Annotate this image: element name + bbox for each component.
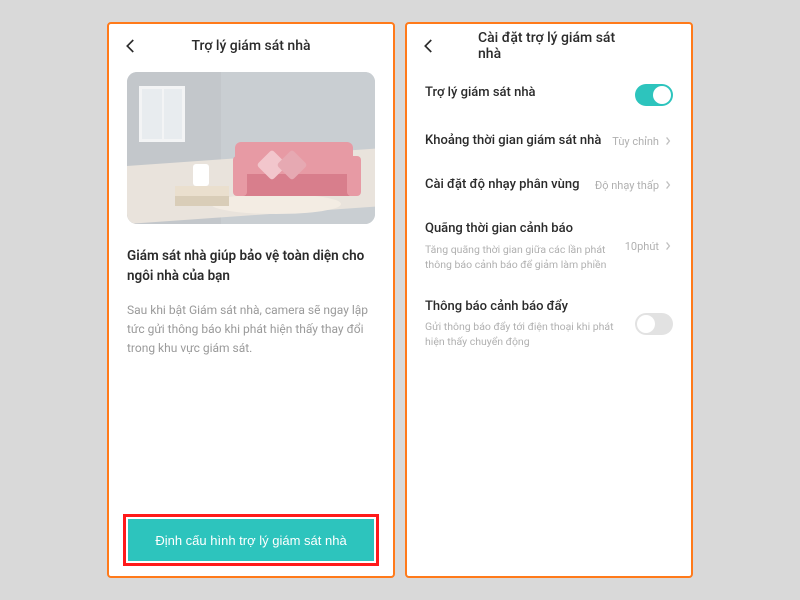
content: Giám sát nhà giúp bảo vệ toàn diện cho n… (109, 68, 393, 576)
setting-row-alert-interval[interactable]: Quãng thời gian cảnh báo Tăng quãng thời… (407, 208, 691, 286)
back-icon[interactable] (121, 36, 141, 56)
toggle-push-alert[interactable] (635, 313, 673, 335)
setting-label: Thông báo cảnh báo đẩy (425, 298, 625, 316)
setting-row-monitor-period[interactable]: Khoảng thời gian giám sát nhà Tùy chỉnh (407, 120, 691, 164)
header: Cài đặt trợ lý giám sát nhà (407, 24, 691, 68)
setting-label: Khoảng thời gian giám sát nhà (425, 132, 602, 150)
highlight-box: Định cấu hình trợ lý giám sát nhà (123, 514, 379, 566)
chevron-right-icon (663, 136, 673, 146)
configure-button[interactable]: Định cấu hình trợ lý giám sát nhà (128, 519, 374, 561)
phone-screen-intro: Trợ lý giám sát nhà Giám sát nhà giúp bả… (107, 22, 395, 578)
setting-value: 10phút (625, 240, 673, 253)
setting-row-sensitivity[interactable]: Cài đặt độ nhạy phân vùng Độ nhạy thấp (407, 164, 691, 208)
page-title: Cài đặt trợ lý giám sát nhà (478, 30, 620, 62)
setting-row-push-alert[interactable]: Thông báo cảnh báo đẩy Gửi thông báo đẩy… (407, 286, 691, 364)
header: Trợ lý giám sát nhà (109, 24, 393, 68)
back-icon[interactable] (419, 36, 439, 56)
intro-title: Giám sát nhà giúp bảo vệ toàn diện cho n… (127, 246, 375, 287)
setting-value: Độ nhạy thấp (595, 179, 673, 192)
setting-value: Tùy chỉnh (612, 135, 673, 148)
chevron-right-icon (663, 180, 673, 190)
setting-description: Tăng quãng thời gian giữa các lần phát t… (425, 242, 615, 272)
setting-label: Trợ lý giám sát nhà (425, 84, 625, 102)
setting-label: Quãng thời gian cảnh báo (425, 220, 615, 238)
page-title: Trợ lý giám sát nhà (191, 38, 310, 54)
hero-illustration (127, 72, 375, 224)
chevron-right-icon (663, 241, 673, 251)
settings-list: Trợ lý giám sát nhà Khoảng thời gian giá… (407, 68, 691, 364)
setting-label: Cài đặt độ nhạy phân vùng (425, 176, 585, 194)
setting-description: Gửi thông báo đẩy tới điện thoại khi phá… (425, 319, 625, 349)
intro-description: Sau khi bật Giám sát nhà, camera sẽ ngay… (127, 301, 375, 359)
toggle-assistant[interactable] (635, 84, 673, 106)
phone-screen-settings: Cài đặt trợ lý giám sát nhà Trợ lý giám … (405, 22, 693, 578)
setting-row-assistant[interactable]: Trợ lý giám sát nhà (407, 72, 691, 120)
